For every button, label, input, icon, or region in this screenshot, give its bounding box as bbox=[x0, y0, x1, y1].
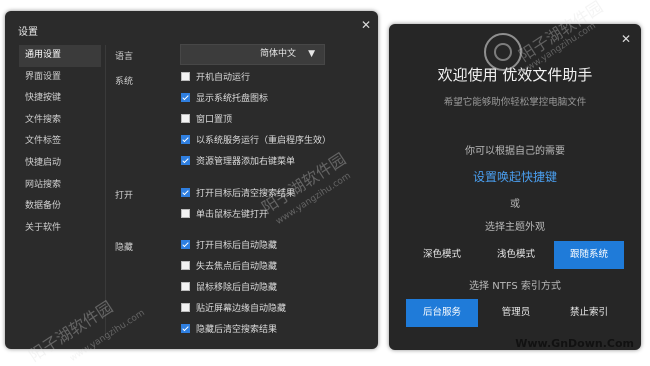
option-label: 窗口置顶 bbox=[196, 115, 233, 125]
checkbox-checked[interactable] bbox=[181, 324, 190, 333]
option-clear-after-hide[interactable]: 隐藏后清空搜索结果 bbox=[181, 324, 277, 336]
checkbox[interactable] bbox=[181, 282, 190, 291]
checkbox-checked[interactable] bbox=[181, 156, 190, 165]
sidebar-item-about[interactable]: 关于软件 bbox=[19, 218, 101, 240]
checkbox-checked[interactable] bbox=[181, 240, 190, 249]
checkbox[interactable] bbox=[181, 261, 190, 270]
sidebar-item-file-tags[interactable]: 文件标签 bbox=[19, 131, 101, 153]
sidebar-item-backup[interactable]: 数据备份 bbox=[19, 196, 101, 218]
option-hide-on-mouse-leave[interactable]: 鼠标移除后自动隐藏 bbox=[181, 282, 277, 294]
checkbox-checked[interactable] bbox=[181, 93, 190, 102]
sidebar-item-web-search[interactable]: 网站搜索 bbox=[19, 175, 101, 197]
dark-mode-button[interactable]: 深色模式 bbox=[406, 241, 478, 269]
option-label: 失去焦点后自动隐藏 bbox=[196, 262, 278, 272]
disable-index-button[interactable]: 禁止索引 bbox=[554, 299, 624, 327]
welcome-window: ✕ 欢迎使用 优效文件助手 希望它能够助你轻松掌控电脑文件 你可以根据自己的需要… bbox=[389, 24, 641, 350]
option-label: 资源管理器添加右键菜单 bbox=[196, 157, 296, 167]
sidebar-item-quick-launch[interactable]: 快捷启动 bbox=[19, 153, 101, 175]
settings-close-icon[interactable]: ✕ bbox=[361, 19, 371, 31]
option-label: 显示系统托盘图标 bbox=[196, 94, 269, 104]
welcome-subtitle: 希望它能够助你轻松掌控电脑文件 bbox=[443, 97, 587, 108]
administrator-button[interactable]: 管理员 bbox=[481, 299, 551, 327]
sidebar-item-interface[interactable]: 界面设置 bbox=[19, 67, 101, 89]
watermark-logo-icon bbox=[484, 33, 522, 71]
settings-title: 设置 bbox=[18, 27, 38, 38]
option-label: 打开目标后自动隐藏 bbox=[196, 241, 278, 251]
option-label: 单击鼠标左键打开 bbox=[196, 210, 269, 220]
follow-system-button[interactable]: 跟随系统 bbox=[554, 241, 624, 269]
sidebar-divider bbox=[105, 45, 106, 335]
option-context-menu[interactable]: 资源管理器添加右键菜单 bbox=[181, 156, 295, 168]
option-label: 隐藏后清空搜索结果 bbox=[196, 325, 278, 335]
background-service-button[interactable]: 后台服务 bbox=[406, 299, 478, 327]
set-hotkey-link[interactable]: 设置唤起快捷键 bbox=[389, 168, 641, 185]
theme-text: 选择主题外观 bbox=[485, 222, 545, 233]
checkbox[interactable] bbox=[181, 303, 190, 312]
ntfs-text: 选择 NTFS 索引方式 bbox=[469, 281, 561, 292]
checkbox-checked[interactable] bbox=[181, 188, 190, 197]
sidebar-item-hotkeys[interactable]: 快捷按键 bbox=[19, 88, 101, 110]
need-text: 你可以根据自己的需要 bbox=[465, 146, 565, 157]
sidebar-item-file-search[interactable]: 文件搜索 bbox=[19, 110, 101, 132]
settings-window: 设置 ✕ 通用设置 界面设置 快捷按键 文件搜索 文件标签 快捷启动 网站搜索 … bbox=[5, 11, 378, 349]
option-clear-after-open[interactable]: 打开目标后清空搜索结果 bbox=[181, 188, 295, 200]
checkbox[interactable] bbox=[181, 114, 190, 123]
option-label: 开机自动运行 bbox=[196, 73, 251, 83]
language-label: 语言 bbox=[115, 52, 134, 62]
checkbox[interactable] bbox=[181, 72, 190, 81]
language-select[interactable]: 简体中文 ▼ bbox=[180, 44, 325, 65]
option-hide-after-open[interactable]: 打开目标后自动隐藏 bbox=[181, 240, 277, 252]
sidebar-item-general[interactable]: 通用设置 bbox=[19, 45, 101, 67]
option-run-as-service[interactable]: 以系统服务运行（重启程序生效） bbox=[181, 135, 331, 147]
option-single-click-open[interactable]: 单击鼠标左键打开 bbox=[181, 209, 268, 221]
watermark-footer: Www.GnDown.Com bbox=[515, 337, 634, 350]
option-edge-auto-hide[interactable]: 贴近屏幕边缘自动隐藏 bbox=[181, 303, 286, 315]
section-hide-label: 隐藏 bbox=[115, 243, 134, 253]
light-mode-button[interactable]: 浅色模式 bbox=[481, 241, 551, 269]
option-always-on-top[interactable]: 窗口置顶 bbox=[181, 114, 232, 126]
or-text: 或 bbox=[510, 199, 520, 210]
option-autostart[interactable]: 开机自动运行 bbox=[181, 72, 250, 84]
section-system-label: 系统 bbox=[115, 77, 134, 87]
settings-sidebar: 通用设置 界面设置 快捷按键 文件搜索 文件标签 快捷启动 网站搜索 数据备份 … bbox=[19, 45, 101, 239]
checkbox-checked[interactable] bbox=[181, 135, 190, 144]
option-label: 以系统服务运行（重启程序生效） bbox=[196, 136, 332, 146]
option-tray-icon[interactable]: 显示系统托盘图标 bbox=[181, 93, 268, 105]
option-label: 打开目标后清空搜索结果 bbox=[196, 189, 296, 199]
welcome-close-icon[interactable]: ✕ bbox=[621, 33, 631, 45]
language-value: 简体中文 bbox=[259, 49, 296, 59]
option-label: 鼠标移除后自动隐藏 bbox=[196, 283, 278, 293]
checkbox[interactable] bbox=[181, 209, 190, 218]
welcome-title: 欢迎使用 优效文件助手 bbox=[437, 66, 593, 84]
option-hide-on-blur[interactable]: 失去焦点后自动隐藏 bbox=[181, 261, 277, 273]
option-label: 贴近屏幕边缘自动隐藏 bbox=[196, 304, 287, 314]
section-open-label: 打开 bbox=[115, 191, 134, 201]
chevron-down-icon: ▼ bbox=[308, 49, 315, 59]
